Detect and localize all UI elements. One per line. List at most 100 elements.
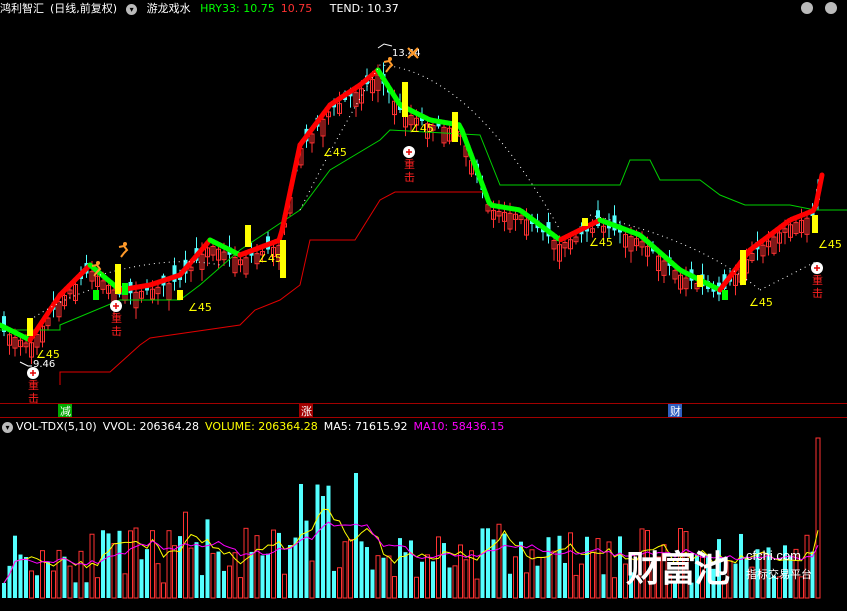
hry33-ribbon	[816, 172, 825, 193]
volume-bar	[359, 541, 364, 598]
volume-bar	[519, 541, 523, 598]
volume-bar	[122, 573, 128, 599]
runner-icon	[383, 59, 394, 73]
signal-box	[177, 290, 183, 300]
volume-bar	[84, 582, 89, 598]
volume-bar	[249, 551, 254, 598]
volume-bar	[463, 559, 469, 599]
signal-box	[697, 275, 703, 287]
volume-bar	[326, 485, 331, 598]
volume-bar	[183, 511, 188, 599]
volume-bar	[133, 527, 139, 599]
volume-bar	[551, 550, 557, 599]
volume-bar	[238, 577, 243, 599]
volume-bar	[595, 538, 601, 599]
volume-bar	[260, 555, 265, 598]
high-arrow	[377, 43, 393, 49]
watermark-slogan: 指标交易平台	[746, 568, 812, 581]
volume-bar	[288, 544, 292, 598]
volume-bar	[486, 528, 490, 598]
volume-bar	[513, 556, 518, 599]
volume-bar	[271, 529, 276, 599]
volume-bar	[386, 555, 392, 599]
volume-bar	[227, 565, 232, 599]
volume-bar	[95, 577, 100, 599]
volume-bar	[18, 554, 23, 598]
angle-45-label: ∠45	[749, 296, 773, 309]
watermark-brand: 财富池	[626, 549, 730, 590]
volume-bar	[398, 538, 402, 598]
strike-label: 击	[404, 171, 415, 184]
event-zhang: 涨	[301, 405, 312, 418]
volume-bar	[508, 573, 512, 598]
volume-bar	[524, 572, 529, 599]
volume-bar	[13, 535, 17, 598]
volume-bar	[601, 574, 606, 598]
volume-bar	[62, 556, 67, 598]
volume-bar	[188, 547, 194, 599]
volume-bar	[200, 575, 204, 598]
volume-bar	[557, 535, 562, 598]
volume-bar	[414, 576, 419, 599]
volume-bar	[425, 554, 430, 599]
volume-bar	[293, 537, 298, 598]
volume-bar	[540, 556, 546, 599]
volume-bar	[568, 532, 573, 599]
volume-bar	[101, 530, 105, 598]
volume-bar	[51, 570, 56, 599]
volume-bar	[210, 552, 216, 599]
volume-bar	[161, 582, 166, 599]
watermark-domain: cfchi.com	[746, 548, 801, 563]
volume-bar	[370, 569, 375, 598]
volume-bar	[618, 536, 622, 598]
volume-bar	[111, 543, 117, 599]
signal-box	[722, 290, 728, 300]
signal-box	[452, 112, 458, 142]
volume-bar	[128, 530, 133, 599]
volume-bar	[243, 527, 249, 599]
volume-bar	[590, 551, 595, 599]
volume-bar	[436, 536, 441, 599]
signal-box	[115, 264, 121, 294]
volume-bar	[546, 537, 551, 598]
volume-bar	[354, 473, 358, 598]
volume-bar	[282, 573, 287, 599]
signal-box	[812, 215, 818, 233]
strike-label: 击	[812, 287, 823, 300]
volume-bar	[431, 561, 435, 598]
volume-bar	[67, 565, 73, 599]
volume-bar	[46, 561, 50, 598]
volume-bar	[337, 567, 342, 599]
volume-bar	[194, 542, 199, 598]
volume-bar	[2, 582, 6, 598]
volume-bar	[573, 574, 579, 599]
volume-bar	[309, 560, 315, 599]
volume-bar	[348, 539, 353, 599]
angle-45-label: ∠45	[410, 122, 434, 135]
volume-bar	[73, 582, 78, 598]
strike-label: 重	[111, 311, 122, 325]
volume-bar	[24, 557, 28, 598]
trend-line-upper	[0, 129, 847, 331]
volume-bar	[342, 541, 348, 599]
chart-canvas[interactable]: ∠45∠45∠45∠45∠45∠45∠45∠4513.449.46重击重击重击重…	[0, 0, 847, 611]
volume-bar	[420, 561, 424, 598]
event-jian: 减	[60, 405, 71, 418]
strike-label: 重	[812, 273, 823, 287]
volume-bar	[332, 570, 336, 598]
signal-box	[740, 250, 746, 285]
volume-bar	[222, 570, 226, 598]
low-arrow	[19, 361, 32, 367]
volume-bar	[35, 575, 39, 598]
angle-45-label: ∠45	[323, 146, 347, 159]
signal-box	[245, 225, 251, 247]
volume-bar	[172, 545, 177, 599]
volume-bar	[166, 530, 172, 599]
volume-bar	[40, 550, 45, 599]
signal-box	[27, 318, 33, 336]
volume-bar	[612, 577, 617, 599]
volume-bar	[216, 551, 221, 598]
strike-label: 击	[111, 325, 122, 338]
volume-bar	[381, 557, 386, 598]
signal-box	[402, 82, 408, 117]
